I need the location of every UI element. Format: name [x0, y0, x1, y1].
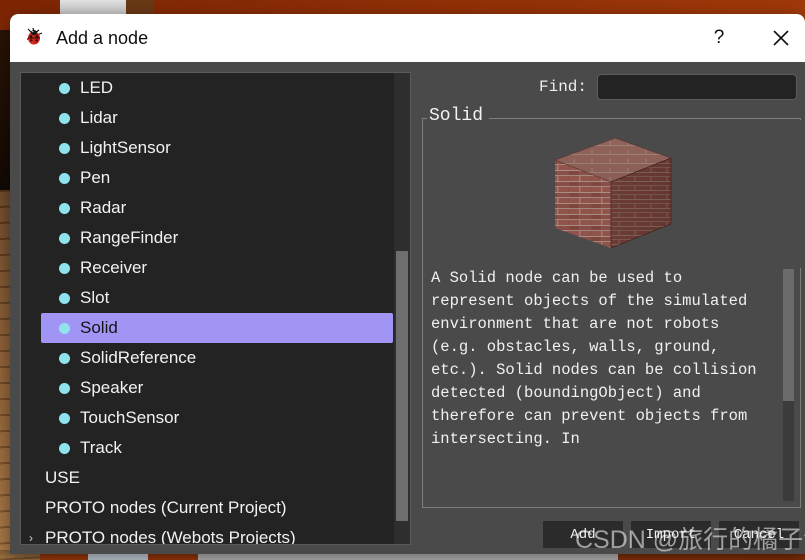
tree-item-label: LED	[80, 78, 114, 97]
node-description-area: A Solid node can be used to represent ob…	[431, 267, 794, 503]
cancel-button[interactable]: Cancel	[719, 521, 799, 548]
background-toolbar-tab	[60, 0, 126, 14]
screen: Add a node ? LED Lidar LightSensor Pen Radar…	[0, 0, 805, 560]
titlebar-buttons: ?	[705, 14, 795, 62]
tree-item-receiver[interactable]: Receiver	[21, 253, 393, 283]
tree-item-label: Lidar	[80, 108, 118, 127]
node-bullet-icon	[59, 232, 70, 244]
tree-category-label: USE	[45, 468, 80, 487]
tree-item-label: Slot	[80, 288, 110, 307]
tree-item-label: Solid	[80, 318, 118, 337]
tree-item-label: Pen	[80, 168, 111, 187]
node-bullet-icon	[59, 202, 70, 214]
tree-item-label: Track	[80, 438, 122, 457]
tree-category-wrap: PROTO nodes (Current Project)	[21, 493, 393, 523]
tree-category-0[interactable]: USE	[21, 463, 393, 493]
tree-item-slot[interactable]: Slot	[21, 283, 393, 313]
node-bullet-icon	[59, 382, 70, 394]
node-bullet-icon	[59, 292, 70, 304]
tree-category-wrap: USE	[21, 463, 393, 493]
node-preview	[424, 120, 801, 268]
find-input[interactable]	[597, 74, 797, 100]
tree-item-label: RangeFinder	[80, 228, 179, 247]
tree-scrollbar[interactable]	[394, 73, 410, 544]
dialog-body: LED Lidar LightSensor Pen Radar RangeFinder Re…	[10, 62, 805, 554]
tree-item-radar[interactable]: Radar	[21, 193, 393, 223]
ladybug-icon	[24, 26, 46, 51]
node-description: A Solid node can be used to represent ob…	[431, 269, 766, 448]
tree-item-rangefinder[interactable]: RangeFinder	[21, 223, 393, 253]
chevron-right-icon[interactable]: ›	[29, 531, 33, 544]
import-button[interactable]: Import	[631, 521, 711, 548]
node-details-groupbox: Solid A Solid node can be used to repres…	[422, 106, 801, 508]
dialog-button-bar: Add Import Cancel	[418, 521, 805, 548]
node-bullet-icon	[59, 172, 70, 184]
tree-category-2[interactable]: › PROTO nodes (Webots Projects)	[21, 523, 393, 544]
tree-scrollbar-thumb[interactable]	[396, 251, 408, 521]
tree-item-label: TouchSensor	[80, 408, 180, 427]
tree-category-label: PROTO nodes (Webots Projects)	[45, 528, 296, 544]
add-node-dialog: Add a node ? LED Lidar LightSensor Pen Radar…	[10, 14, 805, 554]
tree-item-label: Speaker	[80, 378, 144, 397]
tree-item-track[interactable]: Track	[21, 433, 393, 463]
node-bullet-icon	[59, 82, 70, 94]
dialog-title: Add a node	[56, 27, 149, 48]
titlebar-left: Add a node	[24, 14, 148, 62]
tree-item-led[interactable]: LED	[21, 73, 393, 103]
tree-item-pen[interactable]: Pen	[21, 163, 393, 193]
node-bullet-icon	[59, 412, 70, 424]
background-toolbar-segment	[126, 0, 154, 14]
help-button[interactable]: ?	[705, 24, 733, 52]
tree-item-label: Receiver	[80, 258, 148, 277]
tree-category-wrap: › PROTO nodes (Webots Projects)	[21, 523, 393, 544]
tree-item-label: SolidReference	[80, 348, 197, 367]
node-tree-viewport: LED Lidar LightSensor Pen Radar RangeFinder Re…	[21, 73, 393, 544]
tree-item-label: Radar	[80, 198, 127, 217]
tree-category-label: PROTO nodes (Current Project)	[45, 498, 287, 517]
brick-cube-icon	[547, 132, 679, 257]
tree-item-label: LightSensor	[80, 138, 171, 157]
tree-category-1[interactable]: PROTO nodes (Current Project)	[21, 493, 393, 523]
node-tree-categories: USE PROTO nodes (Current Project) › PROTO n…	[21, 463, 393, 544]
description-scrollbar[interactable]	[783, 269, 794, 501]
tree-item-lidar[interactable]: Lidar	[21, 103, 393, 133]
node-bullet-icon	[59, 442, 70, 454]
node-bullet-icon	[59, 352, 70, 364]
add-button[interactable]: Add	[543, 521, 623, 548]
node-bullet-icon	[59, 322, 70, 334]
tree-item-speaker[interactable]: Speaker	[21, 373, 393, 403]
tree-item-touchsensor[interactable]: TouchSensor	[21, 403, 393, 433]
close-icon[interactable]	[767, 24, 795, 52]
find-label: Find:	[538, 78, 587, 96]
node-tree[interactable]: LED Lidar LightSensor Pen Radar RangeFinder Re…	[20, 72, 411, 545]
node-tree-list: LED Lidar LightSensor Pen Radar RangeFinder Re…	[21, 73, 393, 463]
tree-item-solidreference[interactable]: SolidReference	[21, 343, 393, 373]
node-bullet-icon	[59, 142, 70, 154]
node-bullet-icon	[59, 262, 70, 274]
node-bullet-icon	[59, 112, 70, 124]
tree-item-solid[interactable]: Solid	[41, 313, 393, 343]
dialog-titlebar: Add a node ?	[10, 14, 805, 62]
find-row: Find:	[418, 74, 805, 100]
tree-item-lightsensor[interactable]: LightSensor	[21, 133, 393, 163]
details-panel: Find: Solid A Solid node can be used to …	[418, 62, 805, 554]
description-scrollbar-thumb[interactable]	[783, 269, 794, 401]
